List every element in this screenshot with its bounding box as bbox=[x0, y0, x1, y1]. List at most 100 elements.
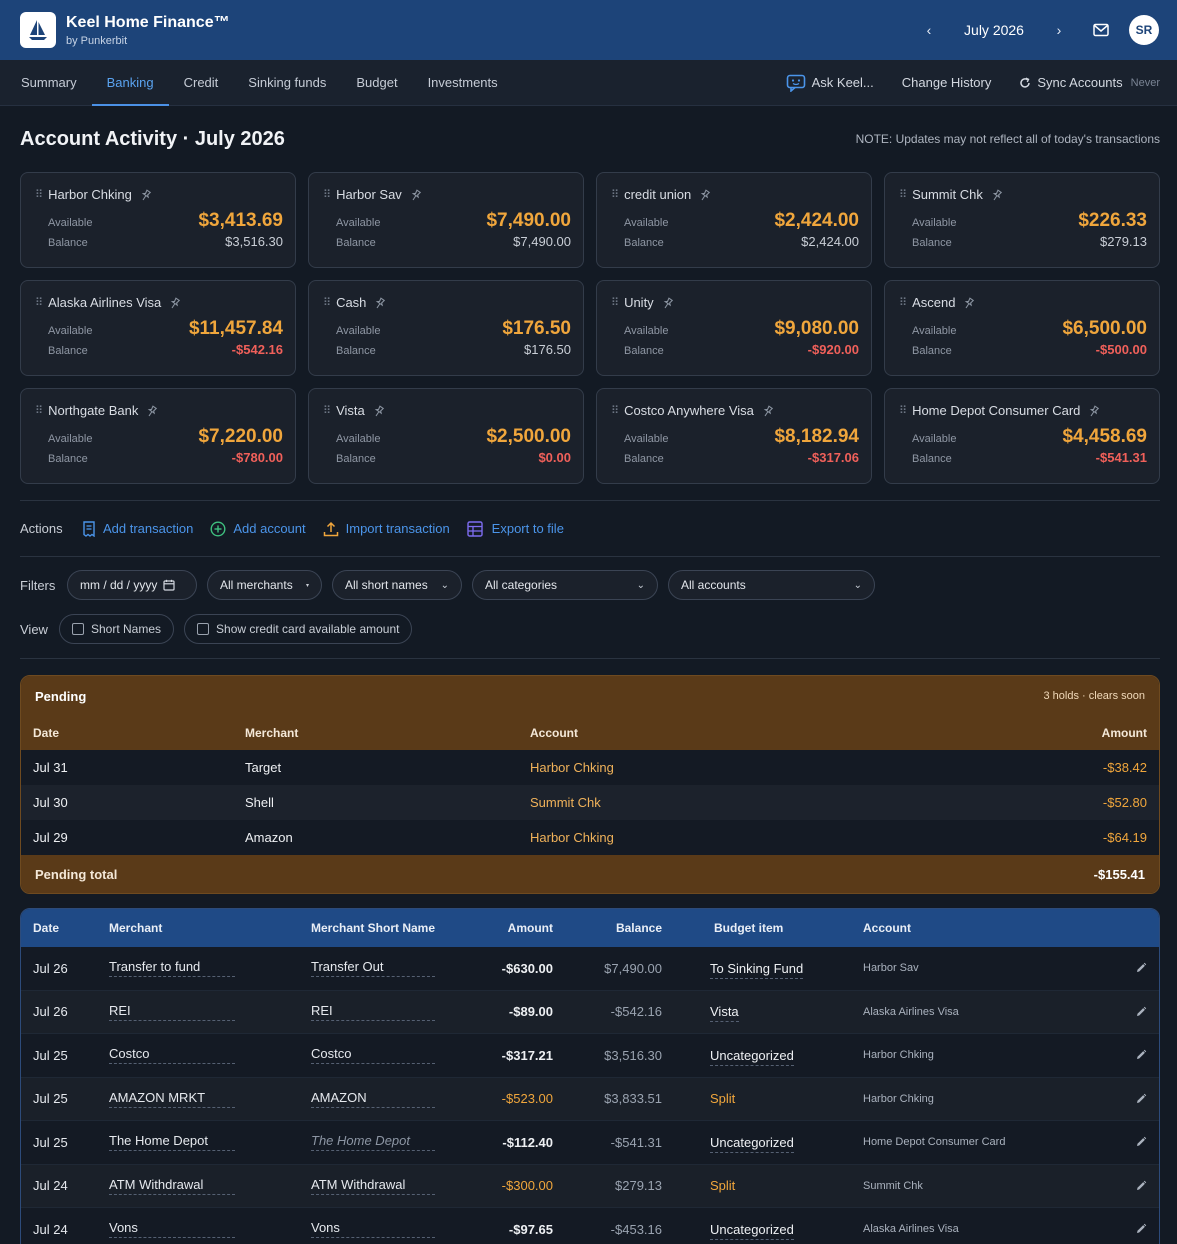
pin-icon[interactable] bbox=[662, 296, 674, 309]
tab-banking[interactable]: Banking bbox=[91, 60, 169, 106]
merchant-filter-select[interactable]: All merchants ▾ bbox=[207, 570, 322, 600]
drag-handle-icon[interactable]: ⠿ bbox=[611, 404, 619, 417]
txn-merchant[interactable]: Vons bbox=[109, 1220, 235, 1239]
txn-merchant[interactable]: The Home Depot bbox=[109, 1133, 235, 1152]
pending-row[interactable]: Jul 29 Amazon Harbor Chking -$64.19 bbox=[21, 820, 1159, 855]
col-account[interactable]: Account bbox=[863, 921, 1147, 935]
short-names-toggle[interactable]: Short Names bbox=[59, 614, 175, 644]
account-card[interactable]: ⠿ Unity Available $9,080.00 Balance -$920.00 bbox=[596, 280, 872, 376]
account-card[interactable]: ⠿ Costco Anywhere Visa Available $8,182.94 B… bbox=[596, 388, 872, 484]
avatar[interactable]: SR bbox=[1129, 15, 1159, 45]
pencil-edit-icon[interactable] bbox=[1127, 1006, 1147, 1018]
drag-handle-icon[interactable]: ⠿ bbox=[899, 188, 907, 201]
tab-sinking-funds[interactable]: Sinking funds bbox=[233, 60, 341, 105]
drag-handle-icon[interactable]: ⠿ bbox=[899, 296, 907, 309]
pencil-edit-icon[interactable] bbox=[1127, 962, 1147, 974]
txn-short-name[interactable]: AMAZON bbox=[311, 1090, 435, 1108]
pencil-edit-icon[interactable] bbox=[1127, 1223, 1147, 1235]
col-merchant[interactable]: Merchant bbox=[109, 921, 311, 935]
account-card[interactable]: ⠿ Northgate Bank Available $7,220.00 Balance… bbox=[20, 388, 296, 484]
txn-short-name[interactable]: The Home Depot bbox=[311, 1133, 435, 1152]
txn-budget-item[interactable]: Split bbox=[710, 1091, 735, 1106]
pin-icon[interactable] bbox=[699, 188, 711, 201]
drag-handle-icon[interactable]: ⠿ bbox=[323, 188, 331, 201]
account-card[interactable]: ⠿ Summit Chk Available $226.33 Balance $279.1… bbox=[884, 172, 1160, 268]
drag-handle-icon[interactable]: ⠿ bbox=[611, 188, 619, 201]
ask-keel-button[interactable]: Ask Keel... bbox=[786, 74, 874, 92]
table-row[interactable]: Jul 26 Transfer to fund Transfer Out -$630.… bbox=[21, 947, 1159, 991]
add-account-button[interactable]: Add account bbox=[210, 520, 306, 537]
txn-short-name[interactable]: Vons bbox=[311, 1220, 435, 1239]
txn-short-name[interactable]: Transfer Out bbox=[311, 959, 435, 978]
pin-icon[interactable] bbox=[373, 404, 385, 417]
short-name-filter-select[interactable]: All short names ⌄ bbox=[332, 570, 462, 600]
col-amount[interactable]: Amount bbox=[466, 921, 553, 935]
pencil-edit-icon[interactable] bbox=[1127, 1136, 1147, 1148]
export-button[interactable]: Export to file bbox=[466, 520, 564, 537]
prev-month-button[interactable]: ‹ bbox=[919, 22, 939, 38]
txn-short-name[interactable]: Costco bbox=[311, 1046, 435, 1065]
account-card[interactable]: ⠿ Harbor Chking Available $3,413.69 Balance $… bbox=[20, 172, 296, 268]
txn-budget-item[interactable]: Uncategorized bbox=[710, 1134, 794, 1153]
table-row[interactable]: Jul 24 ATM Withdrawal ATM Withdrawal -$300.… bbox=[21, 1164, 1159, 1208]
pencil-edit-icon[interactable] bbox=[1127, 1180, 1147, 1192]
table-row[interactable]: Jul 25 Costco Costco -$317.21 $3,516.30 Uncat… bbox=[21, 1034, 1159, 1078]
txn-merchant[interactable]: Transfer to fund bbox=[109, 959, 235, 978]
account-card[interactable]: ⠿ Vista Available $2,500.00 Balance $0.00 bbox=[308, 388, 584, 484]
txn-merchant[interactable]: Costco bbox=[109, 1046, 235, 1065]
change-history-button[interactable]: Change History bbox=[902, 75, 992, 90]
pin-icon[interactable] bbox=[762, 404, 774, 417]
drag-handle-icon[interactable]: ⠿ bbox=[35, 404, 43, 417]
table-row[interactable]: Jul 26 REI REI -$89.00 -$542.16 Vista Alaska A… bbox=[21, 990, 1159, 1034]
account-card[interactable]: ⠿ Home Depot Consumer Card Available $4,458… bbox=[884, 388, 1160, 484]
txn-merchant[interactable]: ATM Withdrawal bbox=[109, 1177, 235, 1195]
import-transaction-button[interactable]: Import transaction bbox=[323, 521, 450, 537]
pin-icon[interactable] bbox=[991, 188, 1003, 201]
tab-budget[interactable]: Budget bbox=[341, 60, 412, 105]
table-row[interactable]: Jul 25 The Home Depot The Home Depot -$112.… bbox=[21, 1121, 1159, 1165]
table-row[interactable]: Jul 25 AMAZON MRKT AMAZON -$523.00 $3,833.51… bbox=[21, 1077, 1159, 1121]
date-filter-input[interactable]: mm / dd / yyyy bbox=[67, 570, 197, 600]
table-row[interactable]: Jul 24 Vons Vons -$97.65 -$453.16 Uncategoriz… bbox=[21, 1208, 1159, 1244]
txn-budget-item[interactable]: Uncategorized bbox=[710, 1047, 794, 1066]
drag-handle-icon[interactable]: ⠿ bbox=[899, 404, 907, 417]
pin-icon[interactable] bbox=[146, 404, 158, 417]
pin-icon[interactable] bbox=[140, 188, 152, 201]
tab-credit[interactable]: Credit bbox=[169, 60, 234, 105]
pin-icon[interactable] bbox=[374, 296, 386, 309]
account-card[interactable]: ⠿ Ascend Available $6,500.00 Balance -$500.00 bbox=[884, 280, 1160, 376]
pencil-edit-icon[interactable] bbox=[1127, 1049, 1147, 1061]
txn-budget-item[interactable]: Vista bbox=[710, 1004, 739, 1023]
pin-icon[interactable] bbox=[1088, 404, 1100, 417]
account-card[interactable]: ⠿ credit union Available $2,424.00 Balance $2… bbox=[596, 172, 872, 268]
checkbox[interactable] bbox=[72, 623, 84, 635]
pencil-edit-icon[interactable] bbox=[1127, 1093, 1147, 1105]
txn-budget-item[interactable]: To Sinking Fund bbox=[710, 960, 804, 979]
drag-handle-icon[interactable]: ⠿ bbox=[35, 296, 43, 309]
txn-budget-item[interactable]: Split bbox=[710, 1178, 735, 1193]
txn-short-name[interactable]: REI bbox=[311, 1003, 435, 1021]
col-short-name[interactable]: Merchant Short Name bbox=[311, 921, 466, 935]
pending-row[interactable]: Jul 31 Target Harbor Chking -$38.42 bbox=[21, 750, 1159, 785]
sync-accounts-button[interactable]: Sync Accounts Never bbox=[1019, 75, 1160, 90]
drag-handle-icon[interactable]: ⠿ bbox=[611, 296, 619, 309]
category-filter-select[interactable]: All categories ⌄ bbox=[472, 570, 658, 600]
pin-icon[interactable] bbox=[963, 296, 975, 309]
account-card[interactable]: ⠿ Alaska Airlines Visa Available $11,457.84… bbox=[20, 280, 296, 376]
txn-short-name[interactable]: ATM Withdrawal bbox=[311, 1177, 435, 1195]
col-budget-item[interactable]: Budget item bbox=[662, 921, 863, 935]
sailboat-logo-icon[interactable] bbox=[20, 12, 56, 48]
next-month-button[interactable]: › bbox=[1049, 22, 1069, 38]
pin-icon[interactable] bbox=[169, 296, 181, 309]
txn-merchant[interactable]: AMAZON MRKT bbox=[109, 1090, 235, 1108]
txn-merchant[interactable]: REI bbox=[109, 1003, 235, 1021]
pin-icon[interactable] bbox=[410, 188, 422, 201]
account-filter-select[interactable]: All accounts ⌄ bbox=[668, 570, 875, 600]
drag-handle-icon[interactable]: ⠿ bbox=[35, 188, 43, 201]
txn-budget-item[interactable]: Uncategorized bbox=[710, 1221, 794, 1240]
add-transaction-button[interactable]: Add transaction bbox=[82, 520, 193, 537]
drag-handle-icon[interactable]: ⠿ bbox=[323, 296, 331, 309]
show-cc-available-toggle[interactable]: Show credit card available amount bbox=[184, 614, 413, 644]
tab-investments[interactable]: Investments bbox=[413, 60, 513, 105]
tab-summary[interactable]: Summary bbox=[6, 60, 92, 105]
